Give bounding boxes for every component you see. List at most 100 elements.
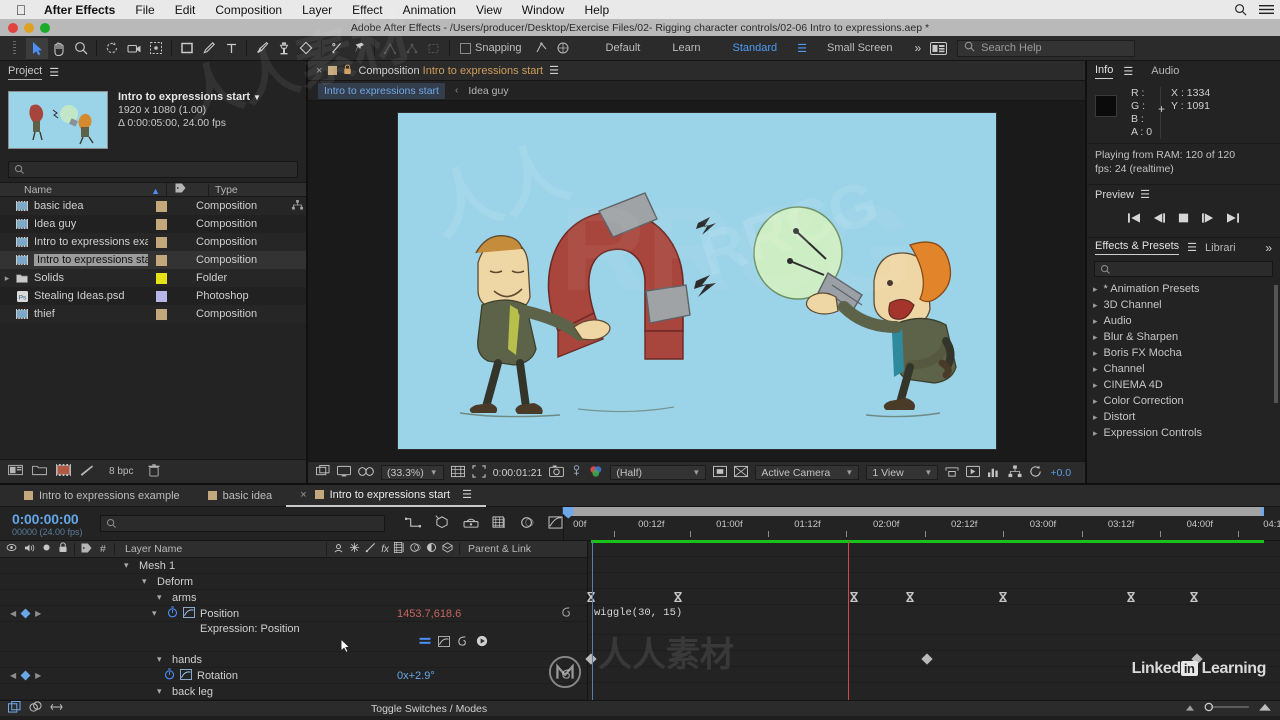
lock-icon[interactable] [58,542,68,556]
zoom-out-timeline-icon[interactable] [1184,703,1196,715]
puppet-pin-tool[interactable] [348,38,370,59]
pixel-aspect-correction-icon[interactable] [945,465,959,481]
effects-panel-menu-icon[interactable]: ☰ [1187,241,1197,254]
column-type[interactable]: Type [208,183,306,196]
hand-tool[interactable] [48,38,70,59]
snapping-checkbox[interactable] [460,42,471,54]
disclosure-open-icon[interactable]: ▾ [157,592,167,603]
project-settings-icon[interactable] [8,464,23,479]
enable-frame-blending-icon[interactable] [492,515,507,532]
reset-exposure-icon[interactable] [1029,465,1043,481]
previous-frame-button[interactable] [1152,212,1166,227]
timeline-row-hands[interactable]: ▾ hands [0,652,587,668]
property-group-name[interactable]: ▾ back leg [52,686,397,698]
graph-editor-icon[interactable] [548,515,563,532]
project-row-stealing-ideas-psd[interactable]: Ps Stealing Ideas.psd Photoshop [0,287,306,305]
audio-speaker-icon[interactable] [24,543,35,556]
keyframe-navigator[interactable]: ◀ ▶ [0,670,52,681]
effect-category[interactable]: ▸ * Animation Presets [1087,281,1280,297]
timeline-row-rotation[interactable]: ◀ ▶ Rotation 0x+2.9° [0,668,587,684]
zoom-in-timeline-icon[interactable] [1258,703,1272,715]
disclosure-open-icon[interactable]: ▾ [157,686,167,697]
keyframe-row-mesh1[interactable] [588,541,1280,557]
menu-help[interactable]: Help [574,3,619,17]
next-frame-button[interactable] [1201,212,1215,227]
disclosure-triangle[interactable]: ▸ [0,273,14,284]
disclosure-open-icon[interactable]: ▾ [157,654,167,665]
menu-animation[interactable]: Animation [393,3,466,17]
workspace-layout-icon[interactable] [927,38,949,59]
snap-to-icon[interactable] [530,38,552,59]
parent-link-column[interactable]: Parent & Link [459,543,587,555]
bit-depth-label[interactable]: 8 bpc [103,466,139,477]
keyframe-row-expression[interactable]: wiggle(30, 15) [588,605,1280,635]
disclosure-open-icon[interactable]: ▾ [142,576,152,587]
tab-libraries[interactable]: Librari [1205,242,1236,254]
3d-glasses-icon[interactable] [358,466,374,480]
toggle-mask-paths-icon[interactable] [734,465,749,481]
effects-search-input[interactable] [1094,261,1273,277]
menu-file[interactable]: File [125,3,164,17]
graph-editor-property-icon[interactable] [183,606,195,621]
new-composition-icon[interactable] [56,464,71,479]
project-item-tag[interactable] [148,272,190,284]
project-item-tag[interactable] [148,290,190,302]
3d-layer-icon[interactable] [442,542,453,556]
pan-behind-tool[interactable] [145,38,167,59]
solo-dot-icon[interactable] [42,543,51,555]
layer-number-column[interactable]: # [100,543,106,555]
workspace-small-screen[interactable]: Small Screen [811,42,908,54]
lock-icon[interactable] [343,64,352,78]
composition-stage[interactable]: 人人 RRCG [396,112,997,450]
grid-guides-icon[interactable] [450,465,465,481]
fast-previews-icon[interactable] [966,465,981,481]
effect-category[interactable]: ▸ Distort [1087,409,1280,425]
project-row-solids[interactable]: ▸ Solids Folder [0,269,306,287]
expression-graph-icon[interactable] [438,635,450,650]
keyframe-marker[interactable] [905,591,914,603]
previous-keyframe-icon[interactable]: ◀ [10,671,16,680]
menu-effect[interactable]: Effect [342,3,392,17]
time-ruler[interactable]: 00f 00:12f 01:00f 01:12f 02:00f 02:12f 0… [562,506,1280,541]
effects-fx-icon[interactable]: fx [381,544,389,555]
project-row-basic-idea[interactable]: basic idea Composition [0,197,306,215]
first-frame-button[interactable] [1127,212,1141,227]
comp-thumbnail[interactable] [8,91,108,149]
keyframe-toggle-icon[interactable] [20,670,31,681]
shy-icon[interactable] [333,543,344,556]
effect-category[interactable]: ▸ Color Correction [1087,393,1280,409]
window-controls[interactable] [0,22,50,33]
expression-pickwhip-icon[interactable] [547,606,587,621]
property-position[interactable]: ▾ Position [52,606,397,621]
toggle-switches-modes-label[interactable]: Toggle Switches / Modes [371,703,487,715]
property-group-name[interactable]: ▾ arms [52,592,397,604]
view-layout-select[interactable]: 1 View ▼ [866,465,939,480]
zoom-level-select[interactable]: (33.3%) ▼ [381,465,444,480]
disclosure-open-icon[interactable]: ▾ [124,560,134,571]
comp-usage-icon[interactable] [288,199,306,213]
control-center-icon[interactable] [1259,4,1274,15]
breadcrumb-parent[interactable]: Idea guy [468,85,508,97]
timeline-ruler-container[interactable]: 00f 00:12f 01:00f 01:12f 02:00f 02:12f 0… [562,506,1280,541]
workspace-learn[interactable]: Learn [656,42,716,54]
timeline-row-position[interactable]: ◀ ▶ ▾ Position 1453.7,618.6 [0,606,587,622]
project-item-tag[interactable] [148,200,190,212]
timeline-row-arms[interactable]: ▾ arms [0,590,587,606]
new-folder-icon[interactable] [32,464,47,479]
comp-flowchart-icon[interactable] [1008,464,1022,481]
preview-panel-menu-icon[interactable]: ☰ [1140,188,1150,201]
transfer-controls-icon[interactable] [29,701,42,716]
breadcrumb-current[interactable]: Intro to expressions start [318,82,445,99]
property-group-name[interactable]: ▾ hands [52,654,397,666]
label-tag-icon[interactable] [81,542,92,556]
composition-tab-name[interactable]: Intro to expressions start [423,65,543,77]
tab-effects-presets[interactable]: Effects & Presets [1095,240,1180,255]
toggle-transparency-grid-icon[interactable] [713,465,728,481]
type-tool[interactable] [220,38,242,59]
motion-blur-icon[interactable] [410,542,421,556]
tab-info[interactable]: Info [1095,64,1114,79]
info-panel-menu-icon[interactable]: ☰ [1123,65,1133,78]
dock-overflow-icon[interactable]: » [1265,241,1272,255]
menu-after-effects[interactable]: After Effects [34,3,125,17]
project-item-tag[interactable] [148,308,190,320]
